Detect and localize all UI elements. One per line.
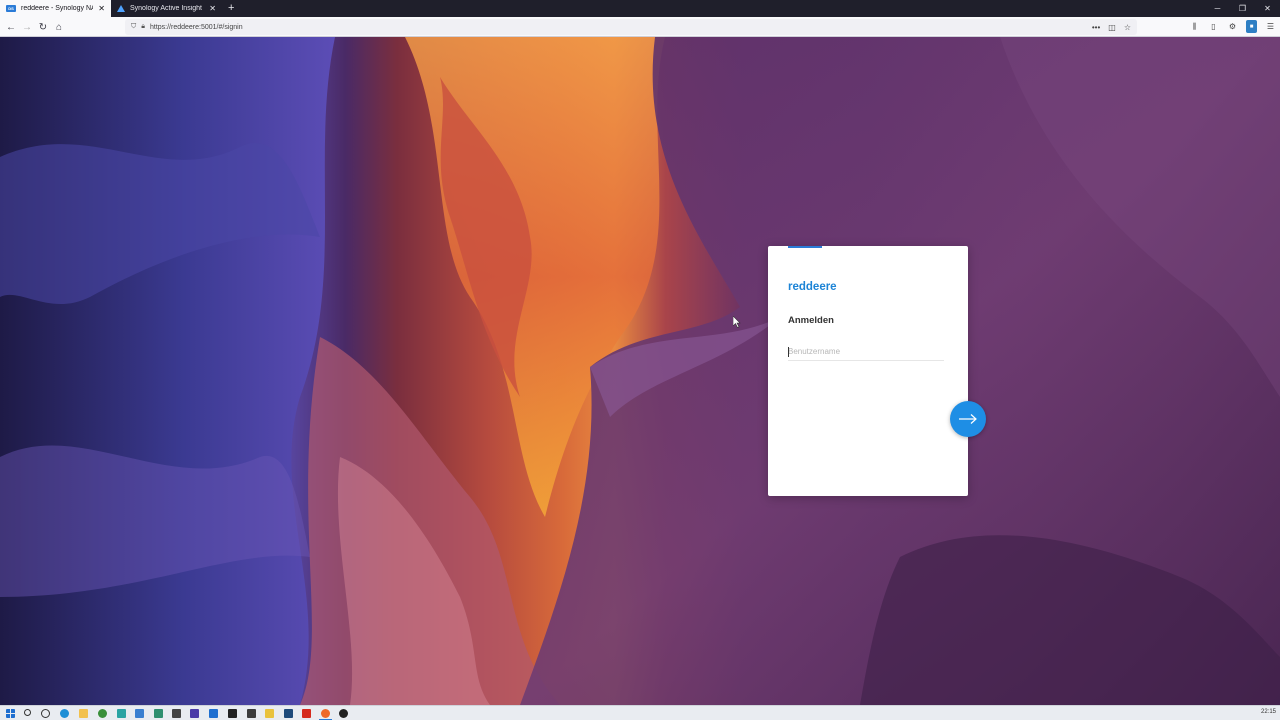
forward-icon[interactable]: → [20,20,34,34]
sidebar-icon[interactable]: ▯ [1208,20,1219,33]
home-icon[interactable]: ⌂ [52,20,66,34]
login-title: Anmelden [788,315,834,326]
extension-icon[interactable]: ⚙ [1227,20,1238,33]
card-accent-bar [788,246,822,248]
menu-icon[interactable]: ☰ [1265,20,1276,33]
browser-tab-bar: DS reddeere - Synology NAS ✕ Synology Ac… [0,0,1280,17]
login-wallpaper [0,37,1280,705]
restore-icon[interactable]: ❐ [1230,0,1255,17]
new-tab-button[interactable]: + [228,1,234,15]
username-input[interactable] [788,343,944,361]
app-icon-7[interactable] [247,709,256,718]
lock-icon[interactable]: 🔒︎ [141,23,145,31]
app-icon-6[interactable] [209,709,218,718]
app-icon-3[interactable] [154,709,163,718]
edge-icon[interactable] [60,709,69,718]
tab-close-icon[interactable]: ✕ [209,4,216,13]
screenshot-extension-icon[interactable]: ■ [1246,20,1257,33]
browser-nav-bar: ← → ↻ ⌂ ⛉ 🔒︎ https://reddeere:5001/#/sig… [0,17,1280,37]
pocket-icon[interactable]: ◫ [1108,23,1116,32]
shield-icon[interactable]: ⛉ [131,23,136,31]
library-icon[interactable]: ⫼ [1189,20,1200,33]
chrome-icon[interactable] [98,709,107,718]
bookmark-star-icon[interactable]: ☆ [1124,23,1131,32]
back-icon[interactable]: ← [4,20,18,34]
page-actions-icon[interactable]: ••• [1092,23,1100,32]
minimize-icon[interactable]: ─ [1205,0,1230,17]
toolbar-icons: ⫼ ▯ ⚙ ■ ☰ [1189,20,1276,33]
app-icon-4[interactable] [172,709,181,718]
search-icon[interactable] [24,709,31,716]
tab-active-insight[interactable]: Synology Active Insight ✕ [111,0,222,17]
tab-close-icon[interactable]: ✕ [98,4,105,13]
terminal-icon[interactable] [228,709,237,718]
app-icon-10[interactable] [339,709,348,718]
active-insight-favicon-icon [117,5,125,12]
next-button[interactable] [950,401,986,437]
app-icon-8[interactable] [265,709,274,718]
text-caret [788,347,789,357]
url-text[interactable]: https://reddeere:5001/#/signin [150,24,243,31]
app-icon-5[interactable] [190,709,199,718]
address-bar[interactable]: ⛉ 🔒︎ https://reddeere:5001/#/signin ••• … [125,19,1137,35]
login-card: reddeere Anmelden [768,246,968,496]
mouse-cursor-icon [733,316,741,328]
app-icon-2[interactable] [135,709,144,718]
file-explorer-icon[interactable] [79,709,88,718]
tab-synology-nas[interactable]: DS reddeere - Synology NAS ✕ [0,0,111,17]
windows-start-icon[interactable] [6,709,15,718]
windows-taskbar: 22:15 [0,705,1280,720]
window-controls: ─ ❐ ✕ [1205,0,1280,17]
close-icon[interactable]: ✕ [1255,0,1280,17]
canyon-artwork [0,37,1280,705]
arrow-right-icon [959,414,977,424]
server-name: reddeere [788,281,837,293]
app-icon-1[interactable] [117,709,126,718]
reload-icon[interactable]: ↻ [36,20,50,34]
app-icon-9[interactable] [284,709,293,718]
system-clock[interactable]: 22:15 [1261,709,1276,715]
acrobat-icon[interactable] [302,709,311,718]
cortana-icon[interactable] [41,709,50,718]
tab-title: Synology Active Insight [130,5,202,12]
synology-favicon-icon: DS [6,5,16,12]
firefox-icon[interactable] [321,709,330,718]
tab-title: reddeere - Synology NAS [21,5,94,12]
